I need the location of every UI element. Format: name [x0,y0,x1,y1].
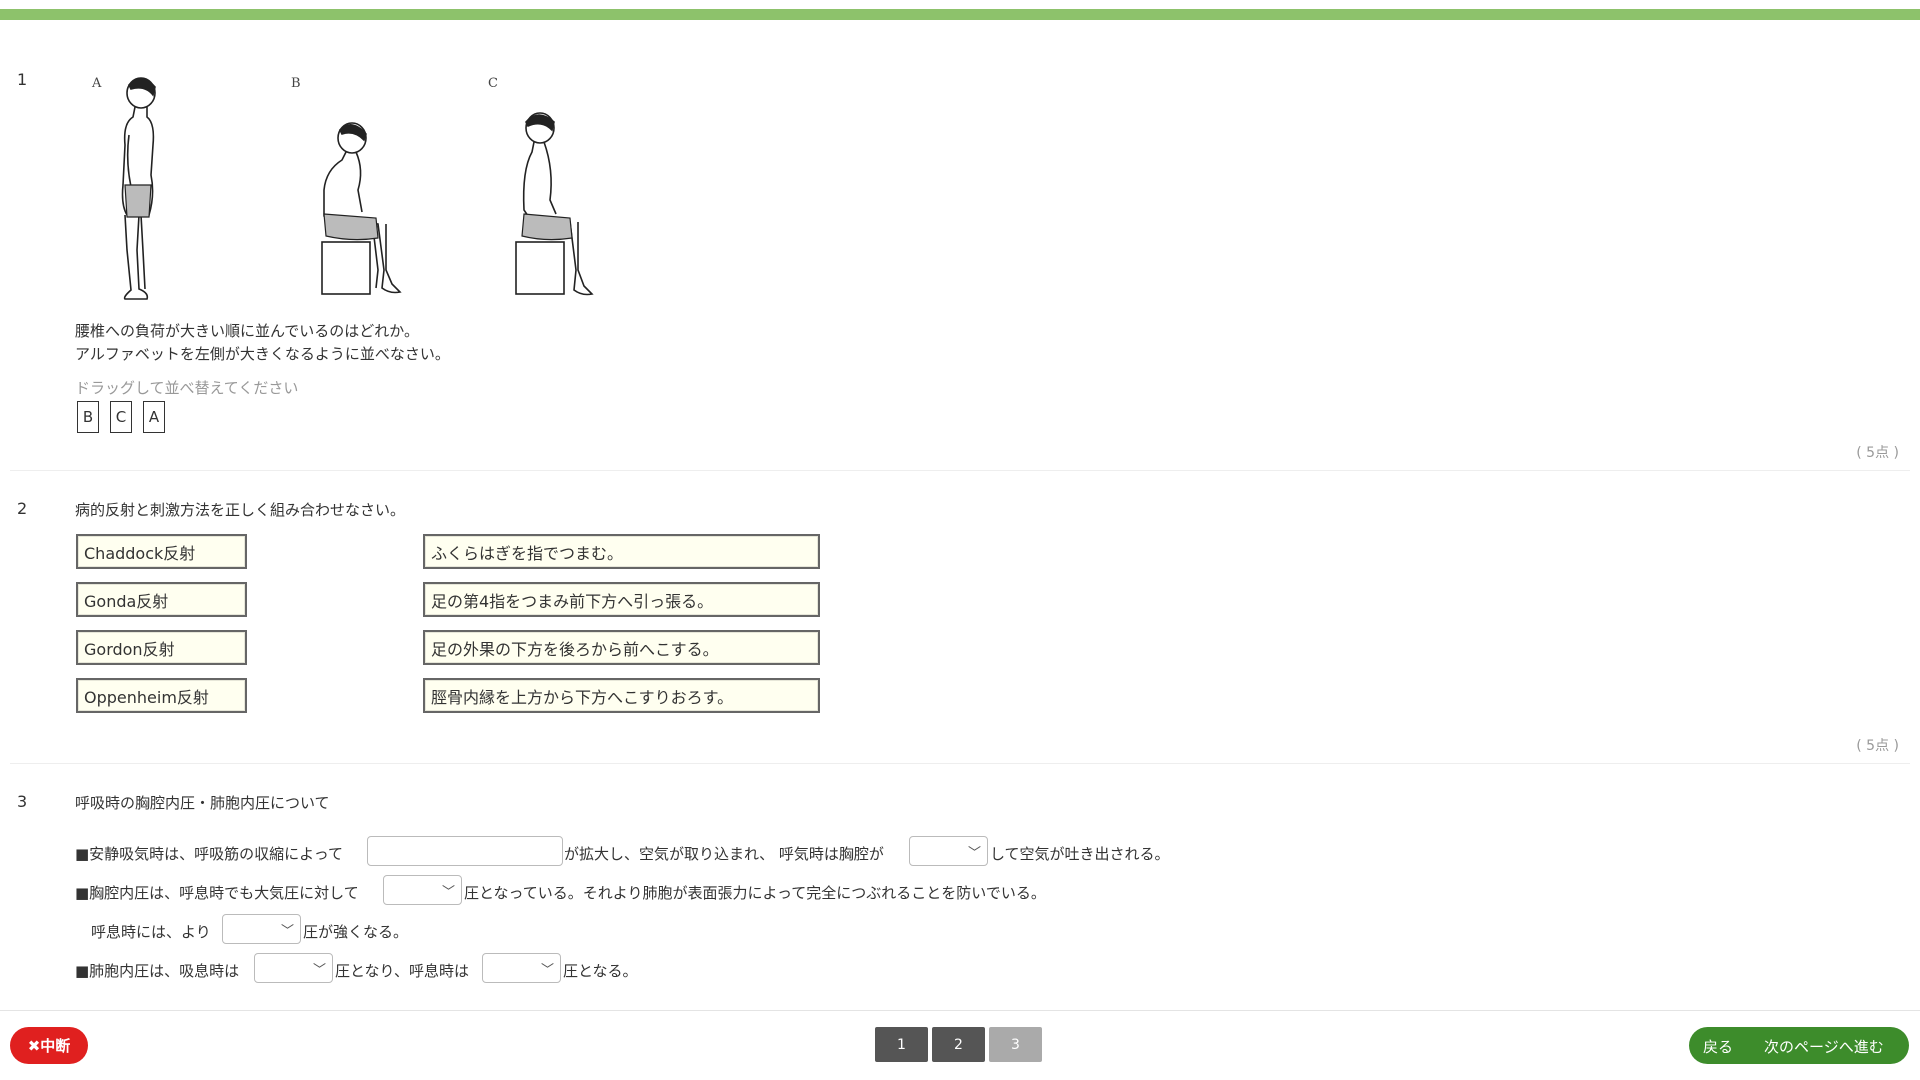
answer-select[interactable]: ﹀ [482,953,561,983]
q3-line1-part1: ■安静吸気時は、呼吸筋の収縮によって [75,845,343,863]
question-1-number: 1 [17,70,28,89]
q3-line1-part2: が拡大し、空気が取り込まれ、 呼気時は胸腔が [564,845,884,863]
chevron-down-icon: ﹀ [312,963,326,978]
figure-sitting-slouched [321,122,402,295]
sortable-item-3[interactable]: A [143,401,165,433]
navigation-button-group: 戻る 次のページへ進む [1689,1027,1909,1064]
fill-blank-input[interactable] [367,836,563,866]
next-page-button[interactable]: 次のページへ進む [1764,1036,1884,1057]
match-left-item[interactable]: Chaddock反射 [76,534,247,569]
q3-line2-part1: ■胸腔内圧は、呼息時でも大気圧に対して [75,884,359,902]
sortable-item-2[interactable]: C [110,401,132,433]
abort-button[interactable]: ✖中断 [10,1027,88,1064]
figure-label-c: C [488,76,498,91]
figure-sitting-upright [515,112,594,296]
figure-label-a: A [92,76,102,91]
match-right-item[interactable]: ふくらはぎを指でつまむ。 [423,534,820,569]
footer-divider [0,1010,1920,1011]
match-left-item[interactable]: Gonda反射 [76,582,247,617]
match-right-item[interactable]: 脛骨内縁を上方から下方へこすりおろす。 [423,678,820,713]
question-2-number: 2 [17,499,28,518]
question-1-text-line2: アルファベットを左側が大きくなるように並べなさい。 [75,345,450,363]
match-left-item[interactable]: Oppenheim反射 [76,678,247,713]
chevron-down-icon: ﹀ [967,846,981,861]
question-1-text-line1: 腰椎への負荷が大きい順に並んでいるのはどれか。 [75,322,419,340]
match-right-item[interactable]: 足の第4指をつまみ前下方へ引っ張る。 [423,582,820,617]
chevron-down-icon: ﹀ [441,885,455,900]
question-divider [10,470,1910,471]
match-left-item[interactable]: Gordon反射 [76,630,247,665]
q3-line4-part1: ■肺胞内圧は、吸息時は [75,962,240,980]
q3-line2-part2: 圧となっている。それより肺胞が表面張力によって完全につぶれることを防いでいる。 [464,884,1046,902]
question-3-number: 3 [17,792,28,811]
answer-select[interactable]: ﹀ [909,836,988,866]
q3-line4-part2: 圧となり、呼息時は [335,962,469,980]
figure-standing-posture [121,77,156,300]
chevron-down-icon: ﹀ [280,924,294,939]
chevron-down-icon: ﹀ [540,963,554,978]
answer-select[interactable]: ﹀ [383,875,462,905]
q3-line4-part3: 圧となる。 [563,962,638,980]
drag-hint: ドラッグして並べ替えてください [75,379,299,397]
back-button[interactable]: 戻る [1703,1036,1733,1057]
answer-select[interactable]: ﹀ [254,953,333,983]
question-1-points: ( 5点 ) [1856,445,1899,461]
q3-line3-part1: 呼息時には、より [91,923,211,941]
answer-select[interactable]: ﹀ [222,914,301,944]
page-button-2[interactable]: 2 [932,1027,985,1062]
question-divider [10,763,1910,764]
question-3-title: 呼吸時の胸腔内圧・肺胞内圧について [75,794,330,812]
page-button-3[interactable]: 3 [989,1027,1042,1062]
match-right-item[interactable]: 足の外果の下方を後ろから前へこする。 [423,630,820,665]
q3-line1-part3: して空気が吐き出される。 [990,845,1170,863]
question-2-text: 病的反射と刺激方法を正しく組み合わせなさい。 [75,501,406,519]
q3-line3-part2: 圧が強くなる。 [303,923,409,941]
page-button-1[interactable]: 1 [875,1027,928,1062]
figure-label-b: B [291,76,301,91]
question-2-points: ( 5点 ) [1856,738,1899,754]
top-accent-bar [0,0,1920,20]
sortable-item-1[interactable]: B [77,401,99,433]
